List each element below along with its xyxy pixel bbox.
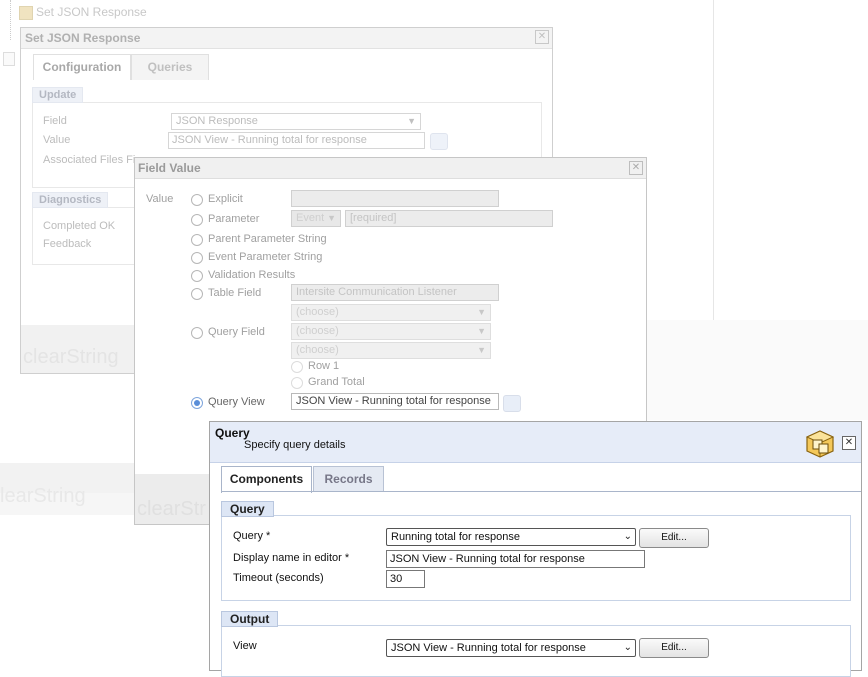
group-heading: Diagnostics [32,192,109,208]
timeout-input[interactable]: 30 [386,570,425,588]
query-field-choose-select[interactable]: (choose) ▼ [291,323,491,340]
option-label-event-parameter: Event Parameter String [208,251,323,263]
option-label-parent-parameter: Parent Parameter String [208,233,327,245]
radio-validation-results[interactable] [191,270,203,282]
dialog-titlebar[interactable]: Field Value ✕ [135,158,646,179]
option-label-table-field: Table Field [208,287,262,299]
background-panel-right [646,320,868,420]
tree-node-icon [19,6,33,20]
chevron-down-icon: ⌄ [623,531,632,542]
choose-placeholder: (choose) [296,344,339,356]
field-label: Field [43,115,67,127]
radio-parent-parameter[interactable] [191,234,203,246]
radio-query-field[interactable] [191,327,203,339]
view-label: View [233,640,257,652]
chevron-down-icon: ▼ [477,326,486,336]
value-label: Value [146,193,174,205]
query-dialog: Query Specify query details ✕ Components… [209,421,862,677]
radio-parameter[interactable] [191,214,203,226]
dialog-subtitle: Specify query details [244,439,346,451]
group-heading: Query [221,501,274,517]
value-field[interactable]: JSON View - Running total for response [168,132,425,149]
dialog-titlebar[interactable]: Set JSON Response ✕ [21,28,552,49]
value-label: Value [43,134,71,146]
background-faded-text: clearString [0,485,86,507]
close-icon[interactable]: ✕ [842,436,856,450]
timeout-label: Timeout (seconds) [233,572,324,584]
view-edit-button[interactable]: Edit... [639,638,709,658]
tree-connector [10,0,12,40]
chevron-down-icon: ⌄ [623,642,632,653]
feedback-label: Feedback [43,238,92,250]
option-label-query-field: Query Field [208,326,265,338]
group-heading: Update [32,87,84,103]
parameter-type-value: Event [296,212,325,224]
query-select[interactable]: Running total for response ⌄ [386,528,636,546]
field-select[interactable]: JSON Response ▼ [171,113,421,130]
query-field-column-select[interactable]: (choose) ▼ [291,342,491,359]
option-label-explicit: Explicit [208,193,243,205]
query-view-picker-button[interactable] [503,395,521,412]
option-label-query-view: Query View [208,396,265,408]
completed-ok-label: Completed OK [43,220,116,232]
tree-node-label[interactable]: Set JSON Response [36,5,147,19]
tab-components[interactable]: Components [221,466,312,493]
choose-placeholder: (choose) [296,306,339,318]
tree-expander[interactable] [3,52,15,66]
associated-files-label: Associated Files Fi [43,154,136,166]
table-field-input[interactable]: Intersite Communication Listener [291,284,499,301]
radio-table-field[interactable] [191,288,203,300]
view-select-value: JSON View - Running total for response [391,642,586,654]
close-icon[interactable]: ✕ [535,30,549,44]
dialog-title: Query [215,426,250,440]
tab-configuration[interactable]: Configuration [33,54,131,80]
radio-row-1[interactable] [291,361,303,373]
radio-event-parameter[interactable] [191,252,203,264]
explicit-input[interactable] [291,190,499,207]
radio-grand-total[interactable] [291,377,303,389]
dialog-title: Field Value [138,161,201,175]
option-label-parameter: Parameter [208,213,260,225]
group-heading: Output [221,611,279,627]
grand-total-label: Grand Total [308,376,365,388]
choose-placeholder: (choose) [296,325,339,337]
row-1-label: Row 1 [308,360,340,372]
tab-divider [221,491,861,492]
query-select-value: Running total for response [391,531,521,543]
query-view-input[interactable]: JSON View - Running total for response [291,393,499,410]
parameter-name-input[interactable]: [required] [345,210,553,227]
display-name-label: Display name in editor * [233,552,350,564]
cube-box-icon [805,430,835,458]
chevron-down-icon: ▼ [407,116,416,126]
query-label: Query * [233,530,271,542]
tab-queries[interactable]: Queries [131,54,209,80]
chevron-down-icon: ▼ [327,213,336,223]
parameter-type-select[interactable]: Event ▼ [291,210,341,227]
display-name-input[interactable]: JSON View - Running total for response [386,550,645,568]
value-picker-button[interactable] [430,133,448,150]
dialog-header[interactable]: Query Specify query details ✕ [210,422,861,463]
option-label-validation-results: Validation Results [208,269,296,281]
chevron-down-icon: ▼ [477,345,486,355]
tab-records[interactable]: Records [313,466,384,492]
radio-explicit[interactable] [191,194,203,206]
view-select[interactable]: JSON View - Running total for response ⌄ [386,639,636,657]
footer-faded-text: clearStr [137,498,206,520]
footer-faded-text: clearString [23,346,119,368]
close-icon[interactable]: ✕ [629,161,643,175]
chevron-down-icon: ▼ [477,307,486,317]
table-field-choose-select[interactable]: (choose) ▼ [291,304,491,321]
query-edit-button[interactable]: Edit... [639,528,709,548]
dialog-title: Set JSON Response [25,31,141,45]
field-select-value: JSON Response [176,115,258,127]
radio-query-view[interactable] [191,397,203,409]
diagnostics-group [32,207,144,265]
